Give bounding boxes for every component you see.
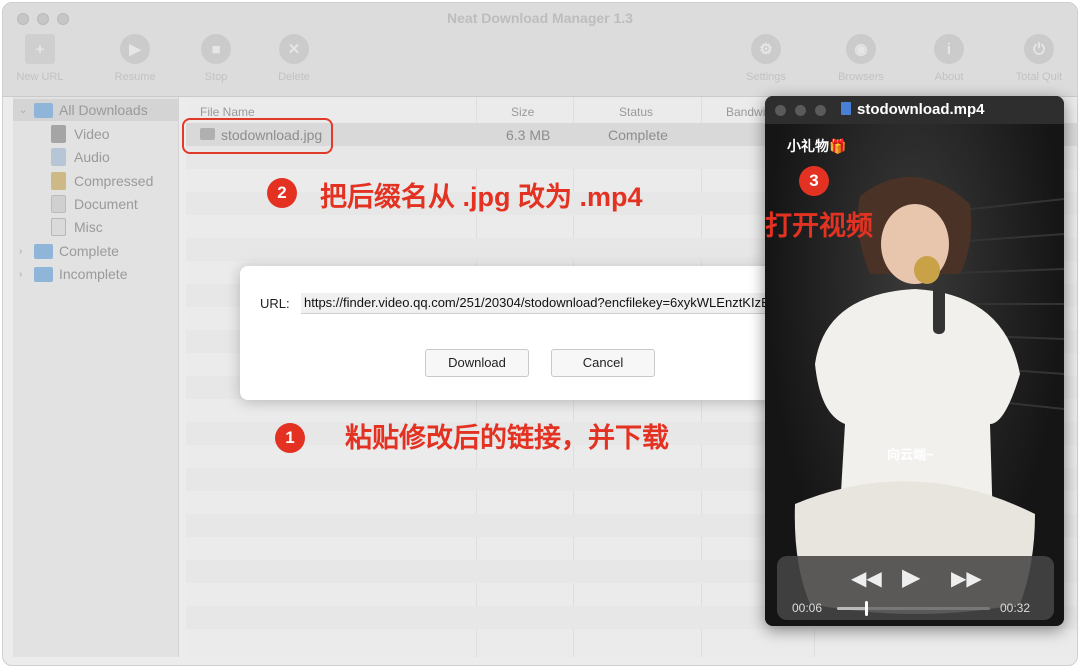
column-header-file-name[interactable]: File Name: [200, 105, 255, 119]
info-icon: i: [934, 34, 964, 64]
zoom-window-button[interactable]: [815, 105, 826, 116]
delete-label: Delete: [278, 71, 310, 83]
video-caption-mid: 向云端~: [887, 447, 934, 462]
browsers-label: Browsers: [838, 71, 884, 83]
delete-button[interactable]: ✕ Delete: [259, 34, 329, 83]
close-icon: ✕: [279, 34, 309, 64]
progress-slider[interactable]: [837, 601, 990, 616]
stop-button[interactable]: ■ Stop: [181, 34, 251, 83]
sidebar-item-label: Compressed: [74, 173, 154, 189]
browsers-button[interactable]: ◉ Browsers: [826, 34, 896, 83]
step-1-annotation: 粘贴修改后的链接，并下载: [345, 423, 669, 453]
highlight-box: [182, 118, 333, 154]
status-cell: Complete: [608, 127, 668, 143]
folder-icon: [34, 243, 53, 259]
step-3-annotation: 打开视频: [765, 211, 873, 241]
resume-label: Resume: [114, 71, 156, 83]
url-label: URL:: [260, 296, 290, 311]
folder-icon: [34, 102, 53, 118]
video-caption-top: 小礼物🎁: [787, 138, 847, 154]
archive-icon: [51, 172, 66, 190]
sidebar-item-label: All Downloads: [59, 102, 148, 118]
play-icon[interactable]: ▶: [902, 563, 920, 592]
sidebar-item-label: Misc: [74, 219, 103, 235]
minimize-window-button[interactable]: [795, 105, 806, 116]
player-titlebar: stodownload.mp4: [765, 96, 1064, 124]
sidebar-item-video[interactable]: Video: [51, 123, 110, 145]
step-2-annotation: 把后缀名从 .jpg 改为 .mp4: [320, 182, 643, 212]
gear-icon: ⚙: [751, 34, 781, 64]
new-url-icon: +: [25, 34, 55, 64]
browser-icon: ◉: [846, 34, 876, 64]
sidebar-item-label: Video: [74, 126, 110, 142]
sidebar-item-all-downloads[interactable]: ⌄ All Downloads: [13, 99, 179, 121]
music-note-icon: [51, 148, 66, 166]
video-file-icon: [841, 102, 851, 115]
video-frame[interactable]: 小礼物🎁 向云端~: [765, 124, 1064, 626]
download-button[interactable]: Download: [425, 349, 529, 377]
step-2-badge: 2: [267, 178, 297, 208]
about-label: About: [934, 71, 964, 83]
close-window-button[interactable]: [775, 105, 786, 116]
stop-label: Stop: [204, 71, 228, 83]
player-window-controls: [775, 105, 826, 116]
progress-fill: [837, 607, 867, 610]
sidebar-item-complete[interactable]: › Complete: [19, 240, 119, 262]
video-player-window: stodownload.mp4 小礼物🎁 向云端~ 3 打开视频 ◀◀ ▶ ▶▶…: [765, 96, 1064, 626]
size-cell: 6.3 MB: [506, 127, 551, 143]
film-icon: [51, 125, 66, 143]
new-url-label: New URL: [16, 71, 64, 83]
chevron-right-icon[interactable]: ›: [19, 246, 31, 257]
sidebar: ⌄ All Downloads Video Audio Compressed D…: [13, 97, 179, 657]
sidebar-item-incomplete[interactable]: › Incomplete: [19, 263, 127, 285]
file-icon: [51, 218, 66, 236]
settings-label: Settings: [746, 71, 786, 83]
rewind-icon[interactable]: ◀◀: [851, 566, 882, 591]
progress-knob[interactable]: [865, 601, 869, 616]
new-url-dialog: URL: https://finder.video.qq.com/251/203…: [240, 266, 775, 400]
sidebar-item-label: Incomplete: [59, 266, 128, 282]
chevron-down-icon[interactable]: ⌄: [19, 105, 31, 116]
fast-forward-icon[interactable]: ▶▶: [951, 566, 982, 591]
sidebar-item-document[interactable]: Document: [51, 193, 138, 215]
total-time: 00:32: [1000, 601, 1031, 615]
power-icon: ⏻: [1024, 34, 1054, 64]
step-1-badge: 1: [275, 423, 305, 453]
column-header-status[interactable]: Status: [619, 105, 653, 119]
current-time: 00:06: [792, 601, 823, 615]
step-3-badge: 3: [799, 166, 829, 196]
player-title: stodownload.mp4: [841, 101, 985, 118]
chevron-right-icon[interactable]: ›: [19, 269, 31, 280]
window-title: Neat Download Manager 1.3: [447, 10, 633, 26]
folder-icon: [34, 266, 53, 282]
sidebar-item-compressed[interactable]: Compressed: [51, 170, 153, 192]
sidebar-item-label: Complete: [59, 243, 119, 259]
sidebar-item-misc[interactable]: Misc: [51, 216, 103, 238]
toolbar: Neat Download Manager 1.3 + New URL ▶ Re…: [3, 3, 1077, 97]
stop-icon: ■: [201, 34, 231, 64]
total-quit-label: Total Quit: [1015, 71, 1063, 83]
play-icon: ▶: [120, 34, 150, 64]
sidebar-item-label: Document: [74, 196, 138, 212]
player-title-text: stodownload.mp4: [857, 101, 985, 118]
column-header-size[interactable]: Size: [511, 105, 534, 119]
about-button[interactable]: i About: [914, 34, 984, 83]
video-image: [794, 176, 1064, 614]
new-url-button[interactable]: + New URL: [5, 34, 75, 83]
playback-controls: ◀◀ ▶ ▶▶ 00:06 00:32: [777, 556, 1054, 620]
url-input[interactable]: https://finder.video.qq.com/251/20304/st…: [301, 293, 775, 314]
total-quit-button[interactable]: ⏻ Total Quit: [1004, 34, 1074, 83]
sidebar-item-audio[interactable]: Audio: [51, 146, 110, 168]
document-icon: [51, 195, 66, 213]
resume-button[interactable]: ▶ Resume: [100, 34, 170, 83]
cancel-button[interactable]: Cancel: [551, 349, 655, 377]
settings-button[interactable]: ⚙ Settings: [731, 34, 801, 83]
sidebar-item-label: Audio: [74, 149, 110, 165]
